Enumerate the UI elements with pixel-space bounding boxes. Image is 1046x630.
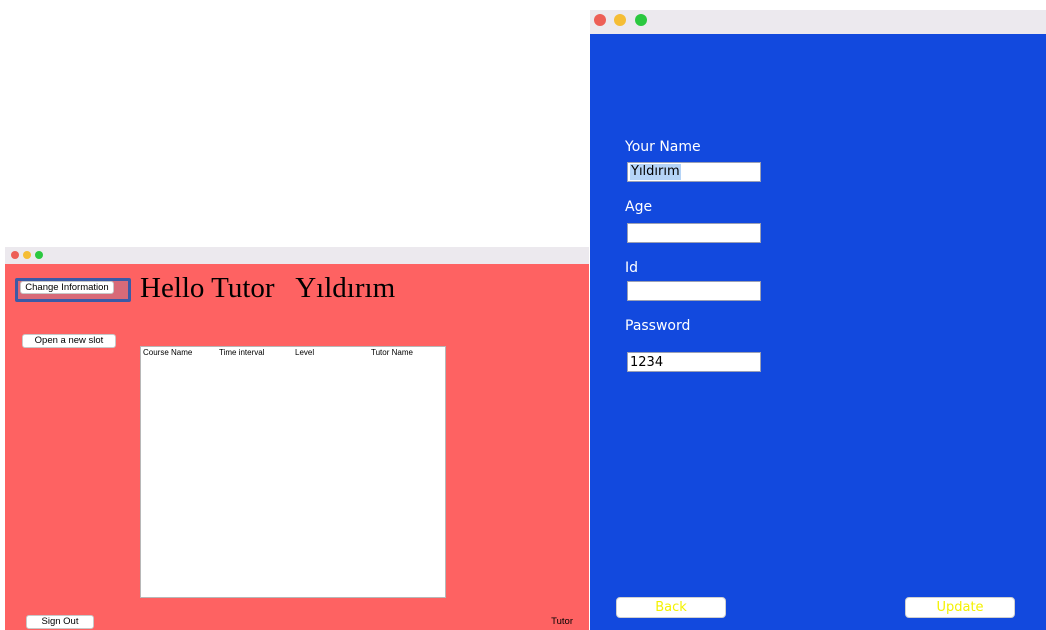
slots-table[interactable]: Course Name Time interval Level Tutor Na… xyxy=(140,346,446,598)
close-window-icon[interactable] xyxy=(594,14,606,26)
sign-out-button[interactable]: Sign Out xyxy=(26,615,94,629)
role-label: Tutor xyxy=(551,616,573,627)
age-label: Age xyxy=(625,199,653,215)
password-label: Password xyxy=(625,318,691,334)
close-window-icon[interactable] xyxy=(11,251,19,259)
change-information-window: Your Name Yıldırım Age Id Password Back … xyxy=(590,10,1046,630)
id-field[interactable] xyxy=(627,281,761,301)
title-bar xyxy=(5,247,589,264)
change-information-button[interactable]: Change Information xyxy=(20,281,114,294)
tutor-window: Change Information Hello Tutor Yıldırım … xyxy=(5,247,589,630)
column-header-course-name[interactable]: Course Name xyxy=(143,348,192,357)
tutor-panel: Change Information Hello Tutor Yıldırım … xyxy=(5,264,589,630)
open-new-slot-button[interactable]: Open a new slot xyxy=(22,334,116,348)
maximize-window-icon[interactable] xyxy=(35,251,43,259)
password-field[interactable] xyxy=(627,352,761,372)
age-field[interactable] xyxy=(627,223,761,243)
update-button[interactable]: Update xyxy=(905,597,1015,618)
name-selected-text: Yıldırım xyxy=(630,164,681,180)
back-button[interactable]: Back xyxy=(616,597,726,618)
name-field[interactable]: Yıldırım xyxy=(627,162,761,182)
name-label: Your Name xyxy=(625,139,701,155)
maximize-window-icon[interactable] xyxy=(635,14,647,26)
column-header-tutor-name[interactable]: Tutor Name xyxy=(371,348,413,357)
title-bar xyxy=(590,10,1046,34)
column-header-level[interactable]: Level xyxy=(295,348,314,357)
table-header: Course Name Time interval Level Tutor Na… xyxy=(141,347,445,358)
minimize-window-icon[interactable] xyxy=(614,14,626,26)
id-label: Id xyxy=(625,260,639,276)
greeting-title: Hello Tutor Yıldırım xyxy=(140,272,396,304)
minimize-window-icon[interactable] xyxy=(23,251,31,259)
column-header-time-interval[interactable]: Time interval xyxy=(219,348,265,357)
info-form-panel: Your Name Yıldırım Age Id Password Back … xyxy=(590,34,1046,630)
